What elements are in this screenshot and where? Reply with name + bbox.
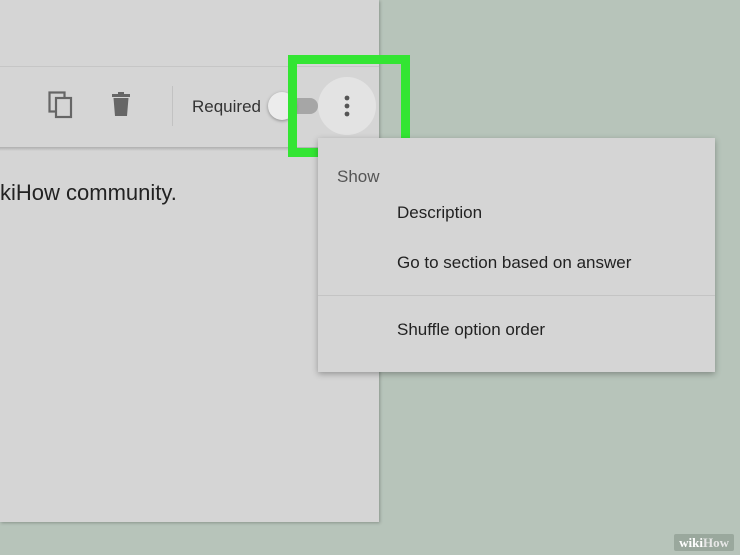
required-label: Required xyxy=(192,97,261,116)
menu-item-go-to-section[interactable]: Go to section based on answer xyxy=(397,253,631,273)
duplicate-icon[interactable] xyxy=(48,91,74,119)
menu-divider xyxy=(318,295,715,296)
question-text: kiHow community. xyxy=(0,180,177,205)
menu-item-description[interactable]: Description xyxy=(397,203,482,223)
menu-heading: Show xyxy=(337,167,380,186)
toolbar-separator xyxy=(172,86,173,126)
wikihow-logo: wikiHow xyxy=(674,534,734,551)
menu-item-shuffle[interactable]: Shuffle option order xyxy=(397,320,545,340)
more-options-menu: Show Description Go to section based on … xyxy=(318,138,715,372)
trash-icon[interactable] xyxy=(110,92,132,116)
